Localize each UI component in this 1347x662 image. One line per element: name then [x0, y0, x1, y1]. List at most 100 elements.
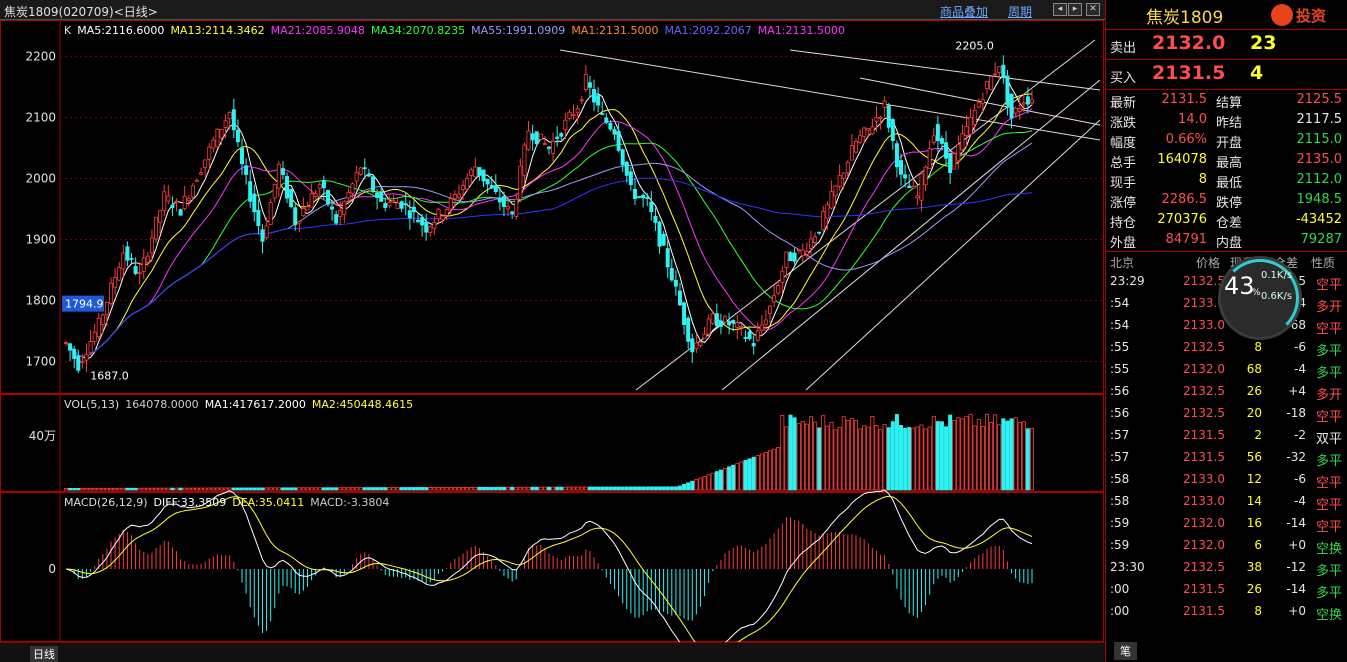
candle-body: [874, 117, 879, 122]
volume-bar: [420, 487, 425, 491]
volume-bar: [256, 487, 261, 491]
candle-body: [518, 165, 523, 200]
candle-body: [833, 185, 838, 197]
tick-time: :57: [1110, 428, 1130, 442]
candle-body: [804, 251, 809, 255]
candle-body: [133, 266, 138, 274]
volume-bar: [395, 487, 400, 491]
candle-body: [514, 198, 519, 217]
volume-bar: [497, 486, 502, 491]
candle-body: [862, 127, 867, 137]
candle-body: [264, 225, 269, 239]
volume-bar: [624, 486, 629, 491]
candle-body: [182, 195, 187, 210]
volume-bar: [800, 420, 805, 491]
volume-bar: [325, 487, 330, 491]
macd-panel: 0: [48, 489, 1033, 642]
volume-bar: [747, 458, 752, 491]
chart-title: 焦炭1809(020709)<日线>: [4, 5, 158, 19]
tick-time: :55: [1110, 340, 1130, 354]
stat-label: 内盘: [1216, 236, 1243, 251]
candle-body: [624, 161, 629, 176]
tick-volume: 38: [1246, 560, 1262, 574]
volume-bar: [673, 486, 678, 491]
volume-bar: [477, 486, 482, 491]
candle-body: [616, 131, 621, 151]
stat-label: 仓差: [1216, 216, 1243, 231]
volume-bar: [240, 487, 245, 491]
stat-label: 幅度: [1110, 136, 1137, 151]
volume-bar: [587, 486, 592, 491]
tick-oi-change: -4: [1294, 494, 1306, 508]
scroll-left-icon[interactable]: ◂: [1053, 3, 1067, 16]
candle-body: [825, 204, 830, 219]
volume-bar: [899, 425, 904, 491]
candle-body: [162, 191, 167, 211]
volume-bar: [960, 418, 965, 491]
stat-value: 2286.5: [1161, 192, 1208, 207]
tick-volume: 2: [1254, 428, 1262, 442]
candle-body: [923, 166, 928, 186]
tick-nature: 多平: [1315, 344, 1342, 359]
volume-bar: [162, 487, 167, 491]
candle-body: [841, 172, 846, 179]
volume-bar: [583, 486, 588, 491]
close-icon[interactable]: ✕: [1086, 3, 1100, 16]
candle-body: [309, 193, 314, 208]
candle-body: [960, 133, 965, 151]
time-axis-bar: 日线: [0, 642, 1105, 662]
volume-bar: [280, 487, 285, 491]
volume-bar: [432, 487, 437, 491]
candle-body: [301, 207, 306, 217]
chart-area[interactable]: 1700 1800 1900 2000 2100 2200 40万 0 K MA5:2116…: [0, 20, 1105, 642]
volume-bar: [424, 487, 429, 491]
tick-time: :58: [1110, 494, 1130, 508]
tick-time: :54: [1110, 318, 1130, 332]
candle-body: [407, 210, 412, 219]
scroll-right-icon[interactable]: ▸: [1068, 3, 1082, 16]
candle-body: [534, 131, 539, 145]
period-tab[interactable]: 日线: [30, 646, 58, 662]
volume-bar: [993, 414, 998, 491]
volume-bar: [334, 487, 339, 491]
candle-body: [350, 183, 355, 194]
legend-item: MA1:2131.5000: [758, 24, 845, 37]
candle-body: [199, 172, 204, 175]
candle-body: [890, 119, 895, 141]
tick-oi-change: -14: [1286, 516, 1306, 530]
legend-item: DIFF:33.3509: [154, 496, 227, 509]
candle-body: [911, 186, 916, 189]
volume-bar: [379, 487, 384, 491]
volume-bar: [244, 487, 249, 491]
volume-bar: [682, 483, 687, 491]
stat-label: 涨停: [1110, 196, 1137, 211]
volume-bar: [989, 422, 994, 491]
ticks-tab[interactable]: 笔: [1114, 642, 1137, 660]
volume-bar: [1017, 422, 1022, 491]
candle-body: [313, 193, 318, 197]
volume-bar: [596, 486, 601, 491]
volume-bar: [350, 487, 355, 491]
candle-body: [858, 135, 863, 143]
period-link[interactable]: 周期: [1008, 3, 1032, 20]
volume-bar: [100, 487, 105, 491]
volume-bar: [64, 487, 69, 491]
candle-body: [530, 133, 535, 141]
volume-bar: [706, 474, 711, 491]
stat-label: 涨跌: [1110, 116, 1137, 131]
candle-body: [391, 200, 396, 203]
volume-bars: 40万: [29, 413, 1035, 491]
candle-body: [731, 320, 736, 323]
candle-body: [170, 204, 175, 208]
volume-bar: [579, 486, 584, 491]
volume-bar: [215, 487, 220, 491]
overlay-link[interactable]: 商品叠加: [940, 3, 988, 20]
volume-bar: [317, 487, 322, 491]
candle-body: [907, 185, 912, 188]
volume-bar: [686, 482, 691, 491]
candle-body: [931, 135, 936, 143]
gauge-percent: 43: [1224, 272, 1255, 300]
volume-bar: [145, 487, 150, 491]
candle-body: [334, 214, 339, 224]
volume-bar: [637, 486, 642, 491]
